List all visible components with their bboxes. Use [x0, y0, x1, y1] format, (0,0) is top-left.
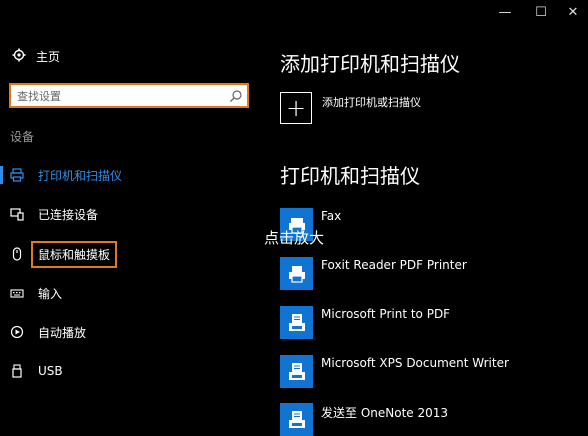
document-printer-icon	[280, 403, 313, 436]
section-label-devices: 设备	[10, 130, 35, 144]
usb-icon	[10, 364, 24, 378]
printer-icon	[280, 257, 313, 290]
close-button[interactable]: ✕	[558, 5, 588, 20]
home-label: 主页	[36, 50, 61, 64]
search-icon[interactable]	[229, 88, 243, 102]
sidebar-item-usb[interactable]: USB	[0, 354, 262, 388]
keyboard-icon	[10, 286, 24, 300]
document-printer-icon	[280, 355, 313, 388]
sidebar: 主页 设备 打印机和扫描仪 已连接设备 鼠标和触摸板 输入	[0, 0, 262, 386]
devices-icon	[10, 207, 24, 221]
printer-name: Microsoft XPS Document Writer	[321, 356, 509, 370]
printer-name: Fax	[321, 209, 342, 223]
active-indicator	[0, 166, 3, 184]
zoom-overlay-text[interactable]: 点击放大	[264, 227, 324, 248]
gear-icon	[12, 48, 26, 65]
sidebar-item-mouse-touchpad[interactable]: 鼠标和触摸板	[0, 237, 262, 271]
maximize-icon: ☐	[535, 5, 547, 20]
add-heading: 添加打印机和扫描仪	[280, 52, 460, 76]
sidebar-item-input[interactable]: 输入	[0, 276, 262, 310]
printer-name: Foxit Reader PDF Printer	[321, 258, 467, 272]
minimize-button[interactable]: —	[490, 5, 520, 20]
maximize-button[interactable]: ☐	[526, 5, 556, 20]
main-content: 添加打印机和扫描仪 + 添加打印机或扫描仪 打印机和扫描仪 Fax Foxit …	[262, 30, 588, 436]
plus-icon: +	[280, 92, 312, 124]
sidebar-item-label: 鼠标和触摸板	[38, 247, 111, 262]
highlight-box: 鼠标和触摸板	[31, 240, 118, 268]
mouse-icon	[10, 247, 24, 261]
add-printer-label: 添加打印机或扫描仪	[322, 96, 421, 109]
printer-item[interactable]: Microsoft Print to PDF	[280, 306, 450, 339]
document-printer-icon	[280, 306, 313, 339]
printer-name: Microsoft Print to PDF	[321, 307, 451, 321]
sidebar-item-label: 打印机和扫描仪	[38, 168, 123, 183]
home-link[interactable]: 主页	[12, 48, 60, 65]
printer-name: 发送至 OneNote 2013	[321, 406, 449, 420]
printer-item[interactable]: Microsoft XPS Document Writer	[280, 355, 509, 388]
printer-icon	[10, 168, 24, 182]
add-printer-button[interactable]: + 添加打印机或扫描仪	[280, 92, 421, 124]
search-box[interactable]	[9, 83, 249, 108]
minimize-icon: —	[498, 5, 512, 20]
sidebar-item-autoplay[interactable]: 自动播放	[0, 315, 262, 349]
sidebar-item-label: 已连接设备	[38, 207, 99, 222]
search-input[interactable]	[15, 86, 229, 107]
sidebar-item-label: USB	[38, 364, 63, 378]
printers-heading: 打印机和扫描仪	[280, 164, 420, 188]
sidebar-item-label: 自动播放	[38, 325, 87, 340]
sidebar-item-printers[interactable]: 打印机和扫描仪	[0, 158, 262, 192]
printer-item[interactable]: 发送至 OneNote 2013	[280, 403, 448, 436]
close-icon: ✕	[567, 5, 579, 20]
sidebar-item-connected-devices[interactable]: 已连接设备	[0, 197, 262, 231]
sidebar-item-label: 输入	[38, 286, 63, 301]
printer-item[interactable]: Foxit Reader PDF Printer	[280, 257, 467, 290]
autoplay-icon	[10, 325, 24, 339]
